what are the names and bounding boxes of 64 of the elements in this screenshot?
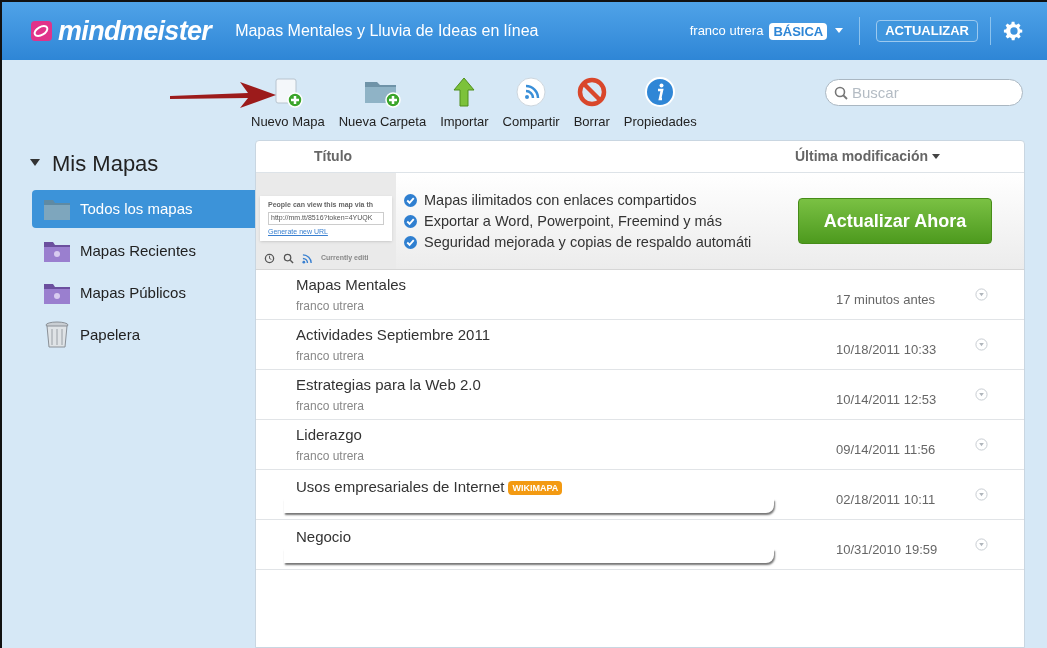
map-row[interactable]: Liderazgo franco utrera 09/14/2011 11:56	[256, 420, 1024, 470]
map-title: Actividades Septiembre 2011	[296, 325, 490, 346]
tagline: Mapas Mentales y Lluvia de Ideas en línea	[235, 21, 539, 41]
modified-date: 10/31/2010 19:59	[836, 540, 938, 559]
modified-date: 02/18/2011 10:11	[836, 490, 936, 509]
feature-text: Mapas ilimitados con enlaces compartidos	[424, 190, 697, 210]
map-owner: franco utrera	[296, 347, 366, 365]
row-menu-icon[interactable]	[975, 488, 988, 501]
map-row[interactable]: Mapas Mentales franco utrera 17 minutos antes	[256, 270, 1024, 320]
logo-text: mindmeister	[58, 17, 212, 45]
column-header[interactable]: Última modificación	[794, 146, 940, 167]
modified-date: 17 minutos antes	[836, 290, 935, 309]
row-menu-icon[interactable]	[975, 388, 988, 401]
toolbar-button[interactable]: Nuevo Mapa	[244, 76, 332, 132]
sidebar-item[interactable]: Papelera	[32, 316, 255, 354]
row-menu-icon[interactable]	[975, 538, 988, 551]
toolbar-button[interactable]: Borrar	[566, 76, 617, 132]
history-icon	[264, 252, 275, 264]
sort-caret-icon	[932, 154, 940, 159]
row-menu-icon[interactable]	[975, 338, 988, 351]
modified-date: 10/18/2011 10:33	[836, 340, 937, 359]
map-title: Usos empresariales de Internet	[296, 477, 505, 498]
logo-icon	[30, 19, 54, 43]
info-icon	[644, 76, 677, 108]
row-menu-icon[interactable]	[975, 288, 988, 301]
map-row[interactable]: Actividades Septiembre 2011 franco utrera 10/18/2011 10:33	[256, 320, 1024, 370]
plan-badge: BÁSICA	[769, 22, 828, 40]
column-header[interactable]: Título	[314, 146, 353, 167]
sidebar-item[interactable]: Mapas Públicos	[32, 274, 255, 312]
check-icon	[404, 235, 417, 249]
up-arrow-icon	[452, 76, 477, 108]
map-owner: franco utrera	[296, 397, 366, 415]
sidebar-title: Mis Mapas	[52, 149, 159, 178]
check-icon	[404, 214, 417, 228]
feed-icon	[515, 76, 548, 108]
map-row[interactable]: Negocio 10/31/2010 19:59	[256, 520, 1024, 570]
toolbar-button[interactable]: Nueva Carpeta	[331, 76, 434, 132]
caret-icon[interactable]	[835, 28, 844, 34]
map-title: Estrategias para la Web 2.0	[296, 375, 481, 396]
map-owner: franco utrera	[296, 297, 366, 315]
modified-date: 09/14/2011 11:56	[836, 440, 936, 459]
expand-icon[interactable]	[30, 159, 40, 167]
prohibited-icon	[575, 76, 608, 108]
search-icon	[834, 86, 848, 100]
map-title: Negocio	[296, 527, 352, 548]
toolbar-button[interactable]: Compartir	[495, 76, 567, 132]
map-title: Liderazgo	[296, 425, 362, 446]
toolbar-button[interactable]: Propiedades	[616, 76, 704, 132]
feature-text: Exportar a Word, Powerpoint, Freemind y más	[424, 211, 722, 231]
map-row[interactable]: Usos empresariales de Internet WIKIMAPA 02/18/2011 10:11	[256, 470, 1024, 520]
sidebar-item[interactable]: Mapas Recientes	[32, 232, 255, 270]
check-icon	[404, 193, 417, 207]
search-field[interactable]: Buscar	[825, 79, 1023, 106]
settings-icon[interactable]	[1003, 20, 1025, 42]
map-title: Mapas Mentales	[296, 275, 407, 296]
zoom-icon	[283, 252, 294, 264]
map-badge: WIKIMAPA	[508, 480, 563, 495]
map-owner: franco utrera	[296, 447, 366, 465]
map-row[interactable]: Estrategias para la Web 2.0 franco utrera 10/14/2011 12:53	[256, 370, 1024, 420]
modified-date: 10/14/2011 12:53	[836, 390, 937, 409]
toolbar-button[interactable]: Importar	[433, 76, 496, 132]
feature-text: Seguridad mejorada y copias de respaldo automáti	[424, 232, 752, 252]
row-menu-icon[interactable]	[975, 438, 988, 451]
feed-icon	[302, 252, 313, 264]
